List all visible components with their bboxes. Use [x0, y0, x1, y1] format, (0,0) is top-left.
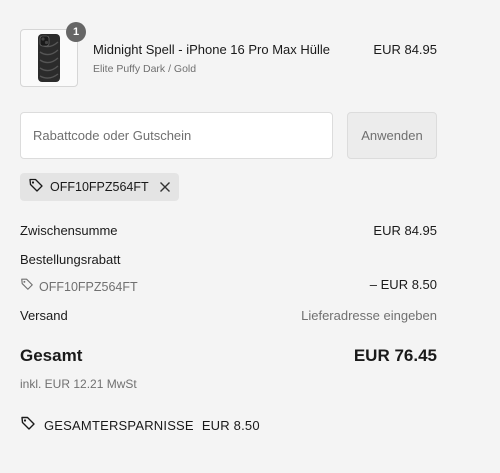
applied-discount-code: OFF10FPZ564FT — [50, 180, 149, 194]
shipping-value: Lieferadresse eingeben — [301, 308, 437, 323]
discount-code-input[interactable] — [20, 112, 333, 159]
order-discount-value: – EUR 8.50 — [369, 277, 437, 292]
total-label: Gesamt — [20, 346, 83, 365]
total-savings-label: GESAMTERSPARNISSE — [44, 418, 194, 433]
order-discount-code-row: OFF10FPZ564FT — [20, 277, 138, 296]
product-variant: Elite Puffy Dark / Gold — [93, 63, 197, 75]
product-title: Midnight Spell - iPhone 16 Pro Max Hülle — [93, 42, 331, 57]
applied-discount-chip: OFF10FPZ564FT — [20, 173, 179, 201]
tag-icon — [20, 277, 34, 296]
subtotal-value: EUR 84.95 — [373, 223, 437, 238]
shipping-label: Versand — [20, 308, 68, 323]
total-savings: GESAMTERSPARNISSE EUR 8.50 — [20, 415, 260, 436]
product-price: EUR 84.95 — [373, 42, 437, 57]
order-discount-code: OFF10FPZ564FT — [39, 279, 138, 294]
subtotal-label: Zwischensumme — [20, 223, 118, 238]
remove-discount-icon[interactable] — [159, 181, 171, 193]
total-value: EUR 76.45 — [353, 346, 437, 365]
total-savings-value: EUR 8.50 — [201, 418, 260, 433]
tax-note: inkl. EUR 12.21 MwSt — [20, 377, 137, 391]
apply-discount-button[interactable]: Anwenden — [347, 112, 437, 159]
tag-icon — [20, 415, 36, 436]
tag-icon — [28, 177, 44, 198]
quantity-badge: 1 — [66, 22, 86, 42]
order-discount-label: Bestellungsrabatt — [20, 252, 121, 267]
